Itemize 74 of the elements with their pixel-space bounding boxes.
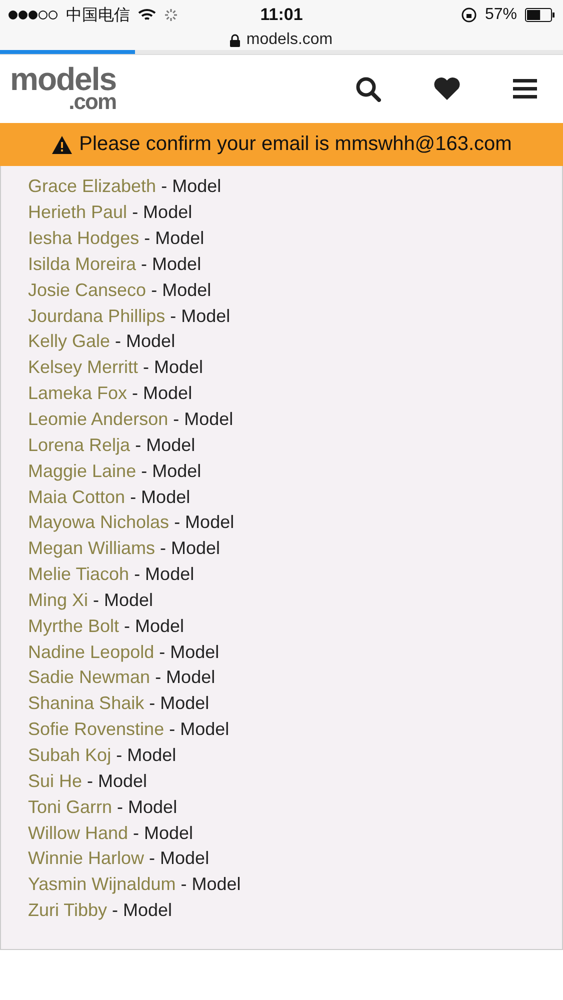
model-link[interactable]: Megan Williams <box>28 538 156 560</box>
role-label: - Model <box>141 254 202 275</box>
role-label: - Model <box>173 409 234 430</box>
role-label: - Model <box>134 564 194 586</box>
model-link[interactable]: Maggie Laine <box>28 460 136 482</box>
role-label: - Model <box>151 280 212 301</box>
signal-icon <box>8 10 58 20</box>
url-text[interactable]: models.com <box>246 31 333 49</box>
model-link[interactable]: Shanina Shaik <box>28 693 144 714</box>
model-link[interactable]: Sui He <box>28 770 82 792</box>
model-link[interactable]: Ming Xi <box>28 590 88 611</box>
role-label: - Model <box>143 357 204 378</box>
model-link[interactable]: Yasmin Wijnaldum <box>28 874 176 896</box>
model-link[interactable]: Kelly Gale <box>28 331 110 352</box>
role-label: - Model <box>132 383 192 404</box>
model-link[interactable]: Lorena Relja <box>28 434 130 456</box>
battery-icon <box>525 8 556 22</box>
role-label: - Model <box>124 616 184 637</box>
role-label: - Model <box>130 486 190 508</box>
role-label: - Model <box>149 848 210 870</box>
rotation-lock-icon <box>460 7 477 23</box>
role-label: - Model <box>169 719 230 740</box>
role-label: - Model <box>87 770 148 792</box>
model-link[interactable]: Zuri Tibby <box>28 900 108 922</box>
role-label: - Model <box>155 667 216 688</box>
role-label: - Model <box>93 590 154 611</box>
heart-icon[interactable] <box>433 77 461 101</box>
role-label: - Model <box>132 202 192 224</box>
model-link[interactable]: Willow Hand <box>28 822 128 844</box>
model-link[interactable]: Isilda Moreira <box>28 254 136 275</box>
model-link[interactable]: Jourdana Phillips <box>28 306 166 327</box>
model-link[interactable]: Myrthe Bolt <box>28 616 120 637</box>
model-link[interactable]: Kelsey Merritt <box>28 357 138 378</box>
model-link[interactable]: Leomie Anderson <box>28 409 168 430</box>
model-link[interactable]: Subah Koj <box>28 744 112 766</box>
model-link[interactable]: Josie Canseco <box>28 280 146 301</box>
role-label: - Model <box>161 176 222 198</box>
model-link[interactable]: Sofie Rovenstine <box>28 719 164 740</box>
role-label: - Model <box>180 874 241 896</box>
role-label: - Model <box>174 512 234 534</box>
model-link[interactable]: Lameka Fox <box>28 383 128 404</box>
logo[interactable]: models .com <box>10 67 116 111</box>
model-link[interactable]: Toni Garrn <box>28 796 112 818</box>
model-link[interactable]: Winnie Harlow <box>28 848 144 870</box>
role-label: - Model <box>160 538 220 560</box>
role-label: - Model <box>135 434 196 456</box>
model-link[interactable]: Mayowa Nicholas <box>28 512 170 534</box>
banner-text: Please confirm your email is mmswhh@163.com <box>79 133 512 156</box>
model-link[interactable]: Sadie Newman <box>28 667 150 688</box>
battery-percent: 57% <box>484 6 518 24</box>
menu-icon[interactable] <box>513 79 537 99</box>
role-label: - Model <box>133 822 194 844</box>
role-label: - Model <box>159 642 220 663</box>
spinner-icon <box>164 8 178 22</box>
model-link[interactable]: Herieth Paul <box>28 202 128 224</box>
model-link[interactable]: Iesha Hodges <box>28 228 140 250</box>
role-label: - Model <box>170 306 230 327</box>
role-label: - Model <box>112 900 172 922</box>
role-label: - Model <box>144 228 204 250</box>
role-label: - Model <box>116 744 176 766</box>
model-link[interactable]: Grace Elizabeth <box>28 176 156 198</box>
model-link[interactable]: Nadine Leopold <box>28 642 154 663</box>
search-icon[interactable] <box>355 76 381 102</box>
warning-icon <box>51 134 74 154</box>
model-link[interactable]: Melie Tiacoh <box>28 564 130 586</box>
lock-icon <box>230 34 240 46</box>
wifi-icon <box>138 8 156 22</box>
role-label: - Model <box>149 693 210 714</box>
role-label: - Model <box>115 331 176 352</box>
model-link[interactable]: Maia Cotton <box>28 486 126 508</box>
role-label: - Model <box>141 460 202 482</box>
role-label: - Model <box>117 796 178 818</box>
carrier-name: 中国电信 <box>66 6 130 26</box>
clock-time: 11:01 <box>260 5 303 25</box>
